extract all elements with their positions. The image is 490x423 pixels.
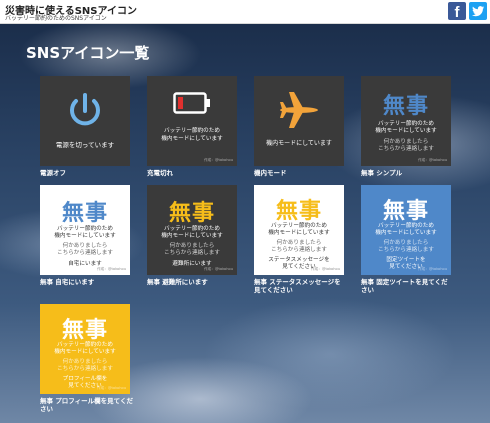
watermark: 作成：@takohou	[204, 267, 233, 271]
tile-text-line: こちらから連絡します	[378, 146, 434, 152]
tile-text-line: こちらから連絡します	[164, 250, 220, 256]
tile-text-line: 機内モードにしています	[161, 136, 223, 142]
tile-caption[interactable]: 無事 固定ツイートを見てくだ さい	[361, 278, 448, 294]
tile-text-line: こちらから連絡します	[378, 247, 434, 253]
facebook-share-button[interactable]: f	[448, 2, 466, 21]
tile-text-line: 何かありましたら	[169, 243, 215, 249]
watermark: 作成：@takohou	[418, 158, 447, 162]
tile-caption-line: 無事 プロフィール欄を見てくだ	[40, 397, 133, 405]
power-icon	[70, 93, 100, 126]
safe-heading: 無事	[275, 199, 322, 224]
twitter-icon	[472, 6, 484, 17]
tile-text-line: 機内モードにしています	[161, 233, 223, 239]
tile-text-line: こちらから連絡します	[57, 250, 113, 256]
tile-caption[interactable]: 充電切れ	[147, 169, 173, 177]
tile-text-line: 機内モードにしています	[54, 349, 116, 355]
tile-text-line: バッテリー節約のため	[378, 223, 434, 229]
tile-text-line: バッテリー節約のため	[271, 223, 327, 229]
page-title: SNSアイコン一覧	[26, 44, 150, 62]
tile-caption-line: さい	[361, 286, 374, 294]
safe-heading: 無事	[168, 201, 215, 226]
tile-text-line: 何かありましたら	[276, 240, 322, 246]
icon-tile-power-off[interactable]: 電源を切っています	[40, 76, 130, 166]
icon-gallery: SNSアイコン一覧 電源を切っています 電源オフ バッテリー節約のため 機内モー…	[0, 24, 490, 423]
airplane-icon	[280, 92, 318, 128]
tile-caption[interactable]: 機内モード	[254, 169, 287, 177]
tile-text-line: 何かありましたら	[383, 240, 429, 246]
tile-text-line: バッテリー節約のため	[164, 226, 220, 232]
twitter-share-button[interactable]	[469, 2, 487, 20]
tile-text-line: 何かありましたら	[62, 243, 108, 249]
tile-text-line: こちらから連絡します	[271, 247, 327, 253]
tile-text-line: こちらから連絡します	[57, 366, 113, 372]
facebook-icon: f	[454, 4, 460, 21]
watermark: 作成：@takohou	[418, 267, 447, 271]
tile-caption[interactable]: 電源オフ	[40, 169, 66, 177]
battery-empty-icon	[173, 92, 210, 114]
watermark: 作成：@takohou	[97, 267, 126, 271]
safe-heading: 無事	[382, 199, 429, 224]
tile-text-line: ステータスメッセージを	[268, 257, 330, 263]
tile-caption-line: 無事 ステータスメッセージを	[254, 278, 341, 286]
tile-text-line: バッテリー節約のため	[57, 342, 113, 348]
icon-tile-airplane-mode[interactable]: 機内モードにしています	[254, 76, 344, 166]
tile-text-line: バッテリー節約のため	[164, 128, 220, 134]
tile-text-line: 機内モードにしています	[268, 230, 330, 236]
tile-text-line: 機内モードにしています	[375, 128, 437, 134]
site-header: 災害時に使えるSNSアイコン バッテリー節約のためのSNSアイコン f	[0, 0, 490, 24]
tile-text-line: 固定ツイートを	[386, 257, 426, 263]
tile-text-line: バッテリー節約のため	[57, 226, 113, 232]
tile-text-line: 何かありましたら	[62, 359, 108, 365]
tile-text-line: 機内モードにしています	[375, 230, 437, 236]
site-subtitle: バッテリー節約のためのSNSアイコン	[5, 15, 107, 22]
tile-text-line: 何かありましたら	[383, 139, 429, 145]
icon-tile-battery-empty[interactable]: バッテリー節約のため 機内モードにしています 作成：@takohou	[147, 76, 237, 166]
tile-caption-line: さい	[40, 405, 53, 413]
tile-caption[interactable]: 無事 避難所にいます	[147, 278, 208, 286]
tile-text-line: 機内モードにしています	[54, 233, 116, 239]
tile-caption[interactable]: 無事 ステータスメッセージを 見てください	[254, 278, 341, 294]
tile-caption[interactable]: 無事 プロフィール欄を見てくだ さい	[40, 397, 133, 413]
tile-caption-line: 無事 固定ツイートを見てくだ	[361, 278, 448, 286]
tile-caption[interactable]: 無事 自宅にいます	[40, 278, 94, 286]
tile-text-line: プロフィール欄を	[62, 376, 108, 382]
tile-caption[interactable]: 無事 シンプル	[361, 169, 402, 177]
tile-text-line: バッテリー節約のため	[378, 121, 434, 127]
icon-tile-safe-at-home[interactable]: 無事 バッテリー節約のため 機内モードにしています 何かありましたら こちらから…	[40, 185, 130, 275]
watermark: 作成：@takohou	[311, 267, 340, 271]
icon-tile-safe-simple[interactable]: 無事 バッテリー節約のため 機内モードにしています 何かありましたら こちらから…	[361, 76, 451, 166]
safe-heading: 無事	[61, 318, 108, 343]
watermark: 作成：@takohou	[97, 386, 126, 390]
icon-tile-safe-pinned-tweet[interactable]: 無事 バッテリー節約のため 機内モードにしています 何かありましたら こちらから…	[361, 185, 451, 275]
safe-heading: 無事	[61, 201, 108, 226]
watermark: 作成：@takohou	[204, 158, 233, 162]
tile-text: 機内モードにしています	[266, 140, 332, 147]
icon-tile-safe-at-shelter[interactable]: 無事 バッテリー節約のため 機内モードにしています 何かありましたら こちらから…	[147, 185, 237, 275]
tile-caption-line: 見てください	[254, 286, 293, 294]
tile-text: 電源を切っています	[55, 141, 115, 149]
icon-tile-safe-status-message[interactable]: 無事 バッテリー節約のため 機内モードにしています 何かありましたら こちらから…	[254, 185, 344, 275]
icon-tile-safe-profile[interactable]: 無事 バッテリー節約のため 機内モードにしています 何かありましたら こちらから…	[40, 304, 130, 394]
safe-heading: 無事	[382, 94, 429, 119]
